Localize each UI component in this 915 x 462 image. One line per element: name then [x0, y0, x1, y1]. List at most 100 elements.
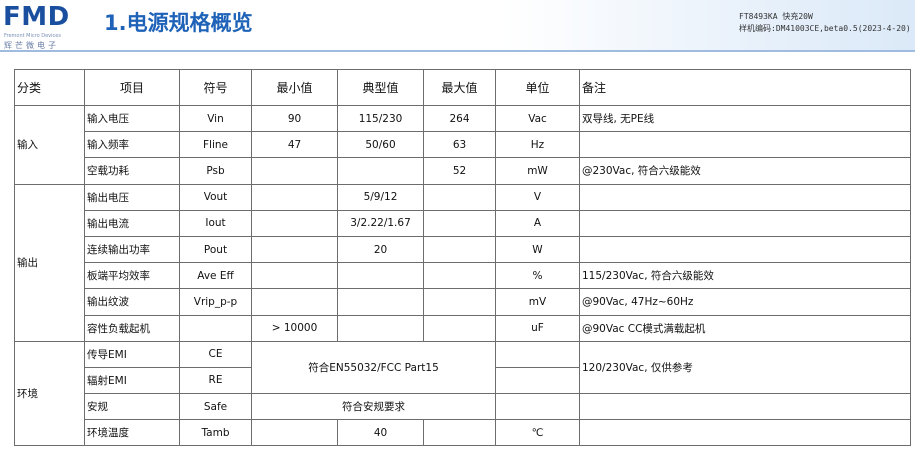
cell-note: 115/230Vac, 符合六级能效	[579, 262, 911, 290]
cell-min	[251, 183, 338, 211]
cell-typ: 5/9/12	[337, 183, 424, 211]
cell-typ: 3/2.22/1.67	[337, 209, 424, 237]
cell-symbol: Ave Eff	[179, 262, 252, 290]
cell-note	[579, 209, 911, 237]
cell-min	[251, 157, 338, 185]
col-header-category: 分类	[14, 69, 85, 106]
fmd-logo: FMD	[3, 2, 70, 32]
cell-note	[579, 393, 911, 421]
page-header: FMD Fremont Micro Devices 辉芒微电子 1.电源规格概览…	[0, 0, 915, 58]
cell-item: 连续输出功率	[84, 235, 180, 264]
cell-typ: 50/60	[337, 131, 424, 159]
cell-emi-note: 120/230Vac, 仅供参考	[579, 340, 911, 395]
table-row: 连续输出功率 Pout 20 W	[15, 235, 911, 264]
cell-max: 52	[423, 157, 496, 185]
meta-product: FT8493KA 快充20W	[739, 12, 813, 21]
cell-unit: ℃	[495, 419, 580, 447]
cell-note	[579, 419, 911, 447]
cell-max	[423, 262, 496, 290]
cell-min	[251, 235, 338, 264]
cell-typ: 20	[337, 235, 424, 264]
cell-min: > 10000	[251, 314, 338, 342]
group-environment: 环境	[14, 340, 85, 447]
spec-table: 分类 项目 符号 最小值 典型值 最大值 单位 备注 输入 输入电压 Vin 9…	[14, 69, 911, 447]
page-title: 1.电源规格概览	[104, 11, 253, 35]
table-row: 输入频率 Fline 47 50/60 63 Hz	[15, 131, 911, 159]
table-row: 输出纹波 Vrip_p-p mV @90Vac, 47Hz~60Hz	[15, 288, 911, 316]
cell-item: 板端平均效率	[84, 262, 180, 290]
cell-unit: Vac	[495, 104, 580, 133]
cell-min	[251, 209, 338, 237]
cell-note: @90Vac, 47Hz~60Hz	[579, 288, 911, 316]
cell-symbol: Safe	[179, 393, 252, 421]
table-row: 输入 输入电压 Vin 90 115/230 264 Vac 双导线, 无PE线	[14, 104, 911, 185]
cell-typ	[337, 157, 424, 185]
cell-symbol: Iout	[179, 209, 252, 237]
cell-unit	[495, 366, 580, 395]
cell-typ: 115/230	[337, 104, 424, 133]
header-rule	[0, 50, 915, 52]
cell-note: @90Vac CC模式满载起机	[579, 314, 911, 342]
table-header-row: 分类 项目 符号 最小值 典型值 最大值 单位 备注	[14, 69, 911, 106]
cell-symbol: Psb	[179, 157, 252, 185]
cell-unit: %	[495, 262, 580, 290]
cell-min	[251, 419, 338, 447]
col-header-symbol: 符号	[179, 69, 252, 106]
cell-symbol: Vin	[179, 104, 252, 133]
cell-max: 264	[423, 104, 496, 133]
table-row: 输出 输出电压 Vout 5/9/12 V	[14, 183, 911, 342]
cell-symbol: Vout	[179, 183, 252, 211]
cell-unit: mW	[495, 157, 580, 185]
table-row: 环境温度 Tamb 40 ℃	[15, 419, 911, 447]
cell-emi-standard: 符合EN55032/FCC Part15	[251, 340, 496, 395]
col-header-unit: 单位	[495, 69, 580, 106]
table-row: 板端平均效率 Ave Eff % 115/230Vac, 符合六级能效	[15, 262, 911, 290]
cell-symbol: Pout	[179, 235, 252, 264]
cell-item: 输入电压	[84, 104, 180, 133]
cell-item: 安规	[84, 393, 180, 421]
col-header-min: 最小值	[251, 69, 338, 106]
cell-symbol: Vrip_p-p	[179, 288, 252, 316]
table-row: 环境 传导EMI CE 符合EN55032/FCC Part15 120/230…	[14, 340, 911, 447]
cell-item: 输出纹波	[84, 288, 180, 316]
table-row: 容性负载起机 > 10000 uF @90Vac CC模式满载起机	[15, 314, 911, 342]
cell-note: 双导线, 无PE线	[579, 104, 911, 133]
cell-item: 容性负载起机	[84, 314, 180, 342]
cell-symbol	[179, 314, 252, 342]
cell-unit: Hz	[495, 131, 580, 159]
cell-min: 47	[251, 131, 338, 159]
group-input: 输入	[14, 105, 85, 185]
cell-min	[251, 262, 338, 290]
cell-item: 空载功耗	[84, 157, 180, 185]
cell-safety-standard: 符合安规要求	[251, 393, 496, 421]
cell-typ	[337, 288, 424, 316]
cell-max	[423, 235, 496, 264]
cell-unit	[495, 393, 580, 421]
cell-unit: mV	[495, 288, 580, 316]
cell-note	[579, 235, 911, 264]
meta-sample-code: 样机编码:DM41003CE,beta0.5(2023-4-20)	[739, 24, 911, 33]
cell-symbol: RE	[179, 366, 252, 395]
cell-note: @230Vac, 符合六级能效	[579, 157, 911, 185]
col-header-item: 项目	[84, 69, 180, 106]
cell-item: 辐射EMI	[84, 366, 180, 395]
table-row: 安规 Safe 符合安规要求	[15, 393, 911, 421]
cell-max	[423, 419, 496, 447]
logo-subtitle: Fremont Micro Devices	[4, 33, 61, 39]
col-header-note: 备注	[579, 69, 911, 106]
cell-item: 传导EMI	[84, 340, 180, 368]
cell-typ: 40	[337, 419, 424, 447]
cell-unit: W	[495, 235, 580, 264]
cell-max	[423, 183, 496, 211]
cell-unit	[495, 340, 580, 368]
cell-item: 环境温度	[84, 419, 180, 447]
cell-min: 90	[251, 104, 338, 133]
table-row: 空载功耗 Psb 52 mW @230Vac, 符合六级能效	[15, 157, 911, 185]
col-header-typ: 典型值	[337, 69, 424, 106]
cell-max	[423, 288, 496, 316]
col-header-max: 最大值	[423, 69, 496, 106]
document-meta: FT8493KA 快充20W 样机编码:DM41003CE,beta0.5(20…	[739, 11, 914, 35]
cell-symbol: CE	[179, 340, 252, 368]
table-row: 输出电流 Iout 3/2.22/1.67 A	[15, 209, 911, 237]
cell-symbol: Fline	[179, 131, 252, 159]
